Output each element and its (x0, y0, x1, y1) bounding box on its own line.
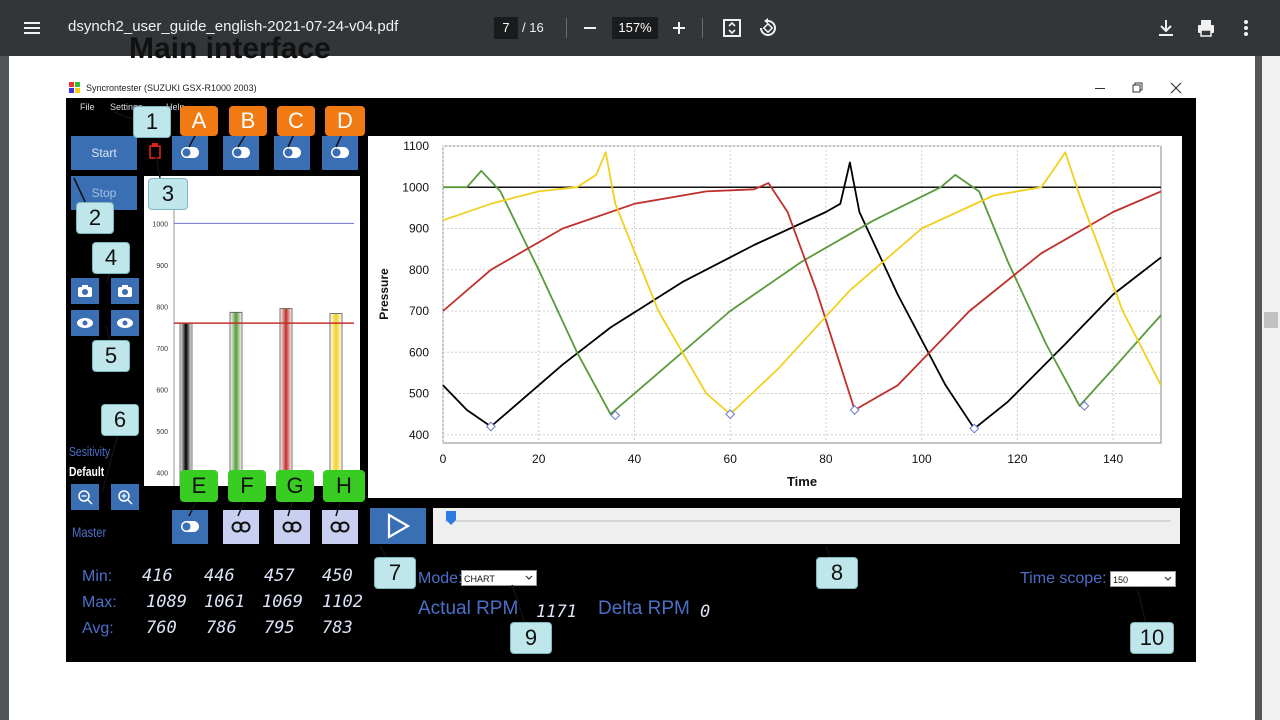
callout-b: B (229, 106, 267, 136)
callout-10: 10 (1130, 622, 1174, 654)
pointer-e (188, 501, 197, 517)
callout-g: G (276, 470, 314, 502)
callout-2: 2 (76, 202, 114, 234)
callout-5: 5 (92, 340, 130, 372)
callout-6: 6 (101, 404, 139, 436)
callout-h: H (323, 470, 365, 502)
callout-f: F (228, 470, 266, 502)
callout-9: 9 (510, 622, 552, 654)
callout-d: D (325, 106, 365, 136)
callout-1: 1 (133, 106, 171, 138)
pointer-6 (101, 433, 119, 494)
pointer-f (237, 501, 245, 517)
callout-c: C (277, 106, 315, 136)
pointer-10 (1137, 589, 1147, 625)
callout-e: E (180, 470, 218, 502)
pointer-g (287, 501, 293, 517)
pointer-3 (155, 155, 161, 179)
callout-a: A (180, 106, 218, 136)
callout-8: 8 (816, 557, 858, 589)
pointer-h (335, 501, 341, 517)
pointer-9 (511, 584, 527, 627)
callout-3: 3 (148, 178, 188, 210)
callout-4: 4 (92, 242, 130, 274)
callout-7: 7 (374, 557, 416, 589)
pointer-5 (105, 325, 111, 341)
